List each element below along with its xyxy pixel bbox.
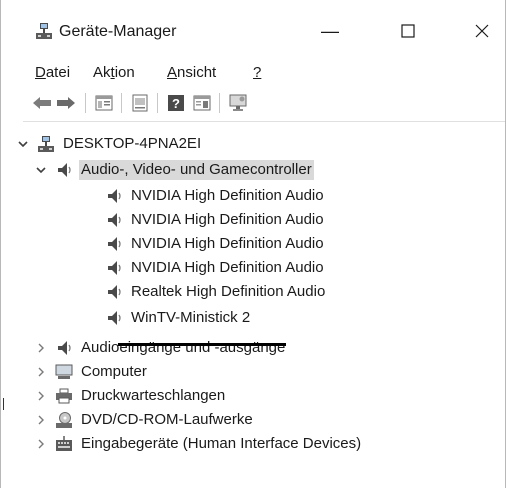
tree-category-label: Druckwarteschlangen (81, 387, 226, 404)
tree-category[interactable]: Druckwarteschlangen (35, 384, 227, 408)
close-button[interactable] (459, 14, 505, 48)
toolbar-divider (23, 121, 505, 122)
maximize-icon (401, 24, 415, 38)
expand-chevron-icon[interactable] (35, 342, 47, 354)
help-button[interactable]: ? (165, 92, 187, 114)
tree-root[interactable]: DESKTOP-4PNA2EI (17, 132, 203, 156)
monitor-icon (229, 94, 247, 111)
device-manager-window: Geräte-Manager — Datei Aktion Ansicht ? (0, 0, 506, 488)
tree-device[interactable]: NVIDIA High Definition Audio (105, 208, 326, 232)
properties-icon (95, 95, 113, 111)
edge-mark (3, 398, 4, 410)
menu-bar: Datei Aktion Ansicht ? (1, 60, 505, 84)
tree-category-audio[interactable]: Audio-, Video- und Gamecontroller (35, 158, 314, 182)
device-tree[interactable]: DESKTOP-4PNA2EI Audio-, Video- und Gamec… (1, 130, 505, 488)
tree-device-label: WinTV-Ministick 2 (131, 309, 251, 326)
forward-button[interactable] (55, 92, 77, 114)
toolbar-separator (157, 93, 158, 113)
minimize-button[interactable]: — (307, 14, 353, 48)
tree-device-label: NVIDIA High Definition Audio (131, 235, 324, 252)
menu-datei-accel: D (35, 64, 46, 81)
svg-text:?: ? (172, 96, 180, 111)
keyboard-icon (55, 435, 73, 453)
tree-category-label: Audio-, Video- und Gamecontroller (79, 160, 314, 180)
tree-root-label: DESKTOP-4PNA2EI (63, 135, 202, 152)
toolbar-separator (121, 93, 122, 113)
close-icon (475, 24, 489, 38)
menu-help[interactable]: ? (253, 64, 261, 82)
menu-datei[interactable]: Datei (35, 64, 70, 82)
forward-arrow-icon (57, 97, 75, 109)
tree-device[interactable]: NVIDIA High Definition Audio (105, 184, 326, 208)
speaker-icon (105, 309, 123, 327)
toolbar-separator (219, 93, 220, 113)
tree-category-label: Computer (81, 363, 147, 380)
menu-aktion-rest: ion (114, 64, 135, 81)
tree-category[interactable]: Audioeingänge und -ausgänge (35, 336, 287, 360)
tree-category-label: Eingabegeräte (Human Interface Devices) (81, 435, 362, 452)
speaker-icon (105, 283, 123, 301)
menu-ansicht-accel: A (167, 64, 178, 81)
speaker-icon (105, 235, 123, 253)
update-driver-button[interactable] (129, 92, 151, 114)
menu-ansicht[interactable]: Ansicht (167, 64, 216, 82)
tree-category[interactable]: Computer (35, 360, 149, 384)
help-icon: ? (168, 95, 184, 111)
tree-device[interactable]: NVIDIA High Definition Audio (105, 256, 326, 280)
tree-device-label: NVIDIA High Definition Audio (131, 187, 324, 204)
expand-chevron-icon[interactable] (35, 438, 47, 450)
minimize-icon: — (321, 20, 339, 41)
tree-category[interactable]: Eingabegeräte (Human Interface Devices) (35, 432, 363, 456)
tree-device-wintv[interactable]: WinTV-Ministick 2 (105, 306, 252, 330)
view-icon (193, 95, 211, 111)
tree-category[interactable]: DVD/CD-ROM-Laufwerke (35, 408, 255, 432)
menu-help-accel: ? (253, 64, 262, 81)
tree-device[interactable]: NVIDIA High Definition Audio (105, 232, 326, 256)
speaker-icon (105, 211, 123, 229)
collapse-chevron-icon[interactable] (17, 138, 29, 150)
monitor-icon (55, 363, 73, 381)
properties-button[interactable] (93, 92, 115, 114)
menu-aktion-pre: Ak (93, 64, 111, 81)
back-arrow-icon (33, 97, 51, 109)
title-bar[interactable]: Geräte-Manager — (1, 0, 505, 60)
menu-aktion[interactable]: Aktion (93, 64, 135, 82)
tree-category-label: DVD/CD-ROM-Laufwerke (81, 411, 253, 428)
speaker-icon (105, 187, 123, 205)
maximize-button[interactable] (385, 14, 431, 48)
tree-category-label: Audioeingänge und -ausgänge (81, 339, 286, 356)
tree-device-label: NVIDIA High Definition Audio (131, 211, 324, 228)
highlight-underline (118, 343, 286, 346)
window-title: Geräte-Manager (59, 23, 177, 40)
view-button[interactable] (191, 92, 213, 114)
speaker-icon (55, 339, 73, 357)
scan-hardware-button[interactable] (227, 92, 249, 114)
tree-device[interactable]: Realtek High Definition Audio (105, 280, 327, 304)
speaker-icon (105, 259, 123, 277)
tree-device-label: NVIDIA High Definition Audio (131, 259, 324, 276)
tree-device-label: Realtek High Definition Audio (131, 283, 326, 300)
speaker-icon (55, 161, 73, 179)
device-manager-icon (35, 22, 53, 40)
toolbar-separator (85, 93, 86, 113)
back-button[interactable] (31, 92, 53, 114)
menu-datei-rest: atei (45, 64, 71, 81)
update-driver-icon (132, 94, 148, 112)
printer-icon (55, 387, 73, 405)
expand-chevron-icon[interactable] (35, 366, 47, 378)
collapse-chevron-icon[interactable] (35, 164, 47, 176)
expand-chevron-icon[interactable] (35, 414, 47, 426)
expand-chevron-icon[interactable] (35, 390, 47, 402)
toolbar: ? (1, 88, 505, 120)
disc-drive-icon (55, 411, 73, 429)
menu-ansicht-rest: nsicht (177, 64, 217, 81)
computer-tree-icon (37, 135, 55, 153)
